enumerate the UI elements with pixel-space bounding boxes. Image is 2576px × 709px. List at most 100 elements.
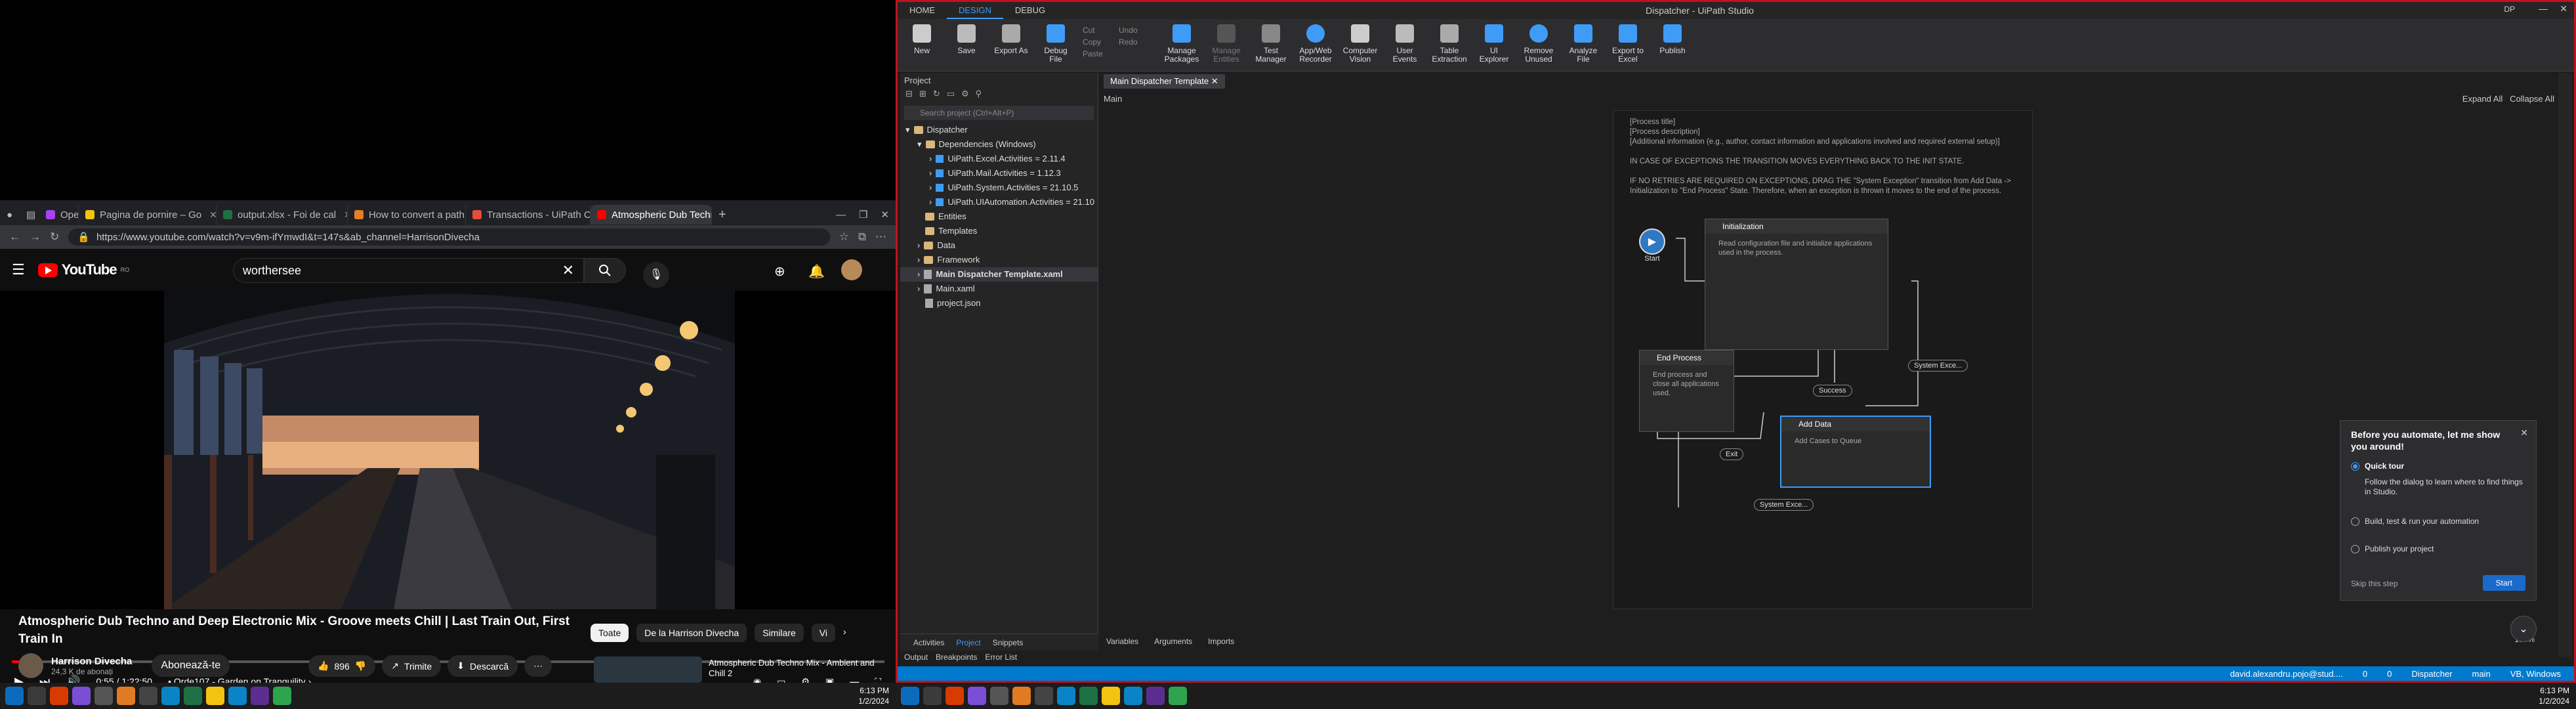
app-icon[interactable]	[273, 687, 291, 705]
right-side-panels[interactable]	[2558, 73, 2571, 657]
user-initials[interactable]: DP	[2504, 5, 2515, 14]
skip-step-link[interactable]: Skip this step	[2351, 579, 2398, 588]
breadcrumb[interactable]: Main	[1104, 94, 1122, 104]
tab-variables[interactable]: Variables	[1106, 637, 1138, 646]
app-icon[interactable]	[945, 687, 964, 705]
search-icon[interactable]	[28, 687, 46, 705]
next-video-title[interactable]: Atmospheric Dub Techno Mix - Ambient and…	[709, 658, 886, 679]
youtube-logo[interactable]: YouTube RO	[37, 261, 129, 278]
paste-button[interactable]: Paste	[1083, 48, 1119, 60]
transition-exit[interactable]: Exit	[1720, 448, 1744, 460]
tab-arguments[interactable]: Arguments	[1154, 637, 1192, 646]
uipath-icon[interactable]	[161, 687, 180, 705]
forward-icon[interactable]: →	[30, 230, 41, 244]
tree-item[interactable]: › UiPath.Excel.Activities = 2.11.4	[900, 152, 1098, 166]
thumbs-down-icon[interactable]: 👎	[355, 660, 366, 672]
state-initialization[interactable]: Initialization Read configuration file a…	[1705, 219, 1888, 350]
tab-opencv[interactable]: OpenCV	[39, 205, 79, 225]
channel-name[interactable]: Harrison Divecha	[51, 656, 132, 667]
tab-output[interactable]: Output	[904, 653, 928, 662]
tab-google[interactable]: Pagina de pornire – Go ✕	[79, 205, 217, 225]
expand-all-link[interactable]: Expand All	[2462, 94, 2503, 104]
app-icon[interactable]	[1035, 687, 1053, 705]
collapse-all-link[interactable]: Collapse All	[2510, 94, 2554, 104]
video-player[interactable]: ▶ ⏭ 🔊 0:55 / 1:22:50 • Orde107 - Garden …	[0, 291, 896, 688]
ui-explorer-button[interactable]: UI Explorer	[1476, 24, 1512, 64]
clear-icon[interactable]: ✕	[562, 262, 574, 279]
subscribe-button[interactable]: Abonează-te	[152, 655, 230, 677]
tree-item-selected[interactable]: › Main Dispatcher Template.xaml	[900, 267, 1098, 282]
tour-option-build[interactable]: Build, test & run your automation	[2351, 517, 2525, 526]
tree-item[interactable]: ▾ Dependencies (Windows)	[900, 137, 1098, 152]
new-tab-button[interactable]: +	[712, 205, 733, 225]
chip-all[interactable]: Toate	[591, 624, 629, 642]
tab-debug[interactable]: DEBUG	[1003, 2, 1057, 19]
start-node[interactable]: ▶ Start	[1639, 228, 1665, 263]
chip-similar[interactable]: Similare	[755, 624, 804, 642]
url-input[interactable]: 🔒 https://www.youtube.com/watch?v=v9m-if…	[68, 228, 830, 246]
share-button[interactable]: ↗ Trimite	[382, 655, 442, 677]
like-button[interactable]: 👍 896 👎	[308, 655, 376, 677]
folder-icon[interactable]: ▭	[947, 89, 955, 103]
close-icon[interactable]: ✕	[209, 209, 216, 221]
tab-imports[interactable]: Imports	[1208, 637, 1234, 646]
chevron-right-icon[interactable]: ›	[843, 624, 846, 642]
excel-icon[interactable]	[184, 687, 202, 705]
tree-item[interactable]: Templates	[900, 224, 1098, 238]
tour-option-publish[interactable]: Publish your project	[2351, 544, 2525, 553]
collapse-tour-button[interactable]: ⌄	[2510, 616, 2537, 642]
account-status[interactable]: david.alexandru.pojo@stud....	[2230, 669, 2343, 679]
redo-button[interactable]: Redo	[1119, 36, 1155, 48]
tab-snippets[interactable]: Snippets	[993, 638, 1024, 647]
taskbar-clock[interactable]: 6:13 PM 1/2/2024	[858, 685, 889, 706]
tree-item[interactable]: › Data	[900, 238, 1098, 253]
tree-item[interactable]: project.json	[900, 296, 1098, 311]
filter-icon[interactable]: ⚲	[976, 89, 982, 103]
tab-output-xlsx[interactable]: output.xlsx - Foi de cal✕	[217, 205, 348, 225]
transition-success[interactable]: Success	[1813, 385, 1852, 397]
tab-activities[interactable]: Activities	[913, 638, 944, 647]
tab-design[interactable]: DESIGN	[947, 2, 1003, 19]
notifications-icon[interactable]: 🔔	[808, 263, 825, 280]
extensions-icon[interactable]: ⧉	[858, 230, 866, 244]
tree-item[interactable]: › Framework	[900, 253, 1098, 267]
export-to-excel-button[interactable]: Export to Excel	[1610, 24, 1646, 64]
tree-item[interactable]: › UiPath.Mail.Activities = 1.12.3	[900, 166, 1098, 181]
star-icon[interactable]: ☆	[839, 230, 849, 244]
app-icon[interactable]	[1012, 687, 1031, 705]
app-icon[interactable]	[228, 687, 247, 705]
tab-home[interactable]: HOME	[898, 2, 947, 19]
microphone-icon[interactable]: 🎙	[643, 262, 669, 288]
app-icon[interactable]	[251, 687, 269, 705]
manage-entities-button[interactable]: Manage Entities	[1209, 24, 1244, 64]
avatar[interactable]	[841, 259, 862, 280]
search-button[interactable]	[584, 258, 626, 283]
app-icon[interactable]	[117, 687, 135, 705]
close-window-icon[interactable]: ✕	[874, 205, 896, 225]
next-video-thumbnail[interactable]	[594, 656, 702, 683]
start-icon[interactable]	[901, 687, 919, 705]
folder-icon[interactable]	[206, 687, 224, 705]
start-tour-button[interactable]: Start	[2482, 575, 2525, 591]
excel-icon[interactable]	[1079, 687, 1098, 705]
tab-youtube[interactable]: Atmospheric Dub Techn✕	[591, 205, 712, 225]
test-manager-button[interactable]: Test Manager	[1253, 24, 1289, 64]
tree-item[interactable]: ▾ Dispatcher	[900, 123, 1098, 137]
branch-name[interactable]: main	[2472, 669, 2491, 679]
tab-error-list[interactable]: Error List	[985, 653, 1017, 662]
more-actions-button[interactable]: ⋯	[524, 655, 552, 677]
close-icon[interactable]: ✕	[2520, 427, 2528, 439]
cut-button[interactable]: Cut	[1083, 24, 1119, 36]
menu-icon[interactable]: ⋯	[875, 230, 886, 244]
new-button[interactable]: New	[904, 24, 940, 55]
tab-project[interactable]: Project	[956, 638, 980, 647]
chip-more[interactable]: Vi	[811, 624, 835, 642]
expand-icon[interactable]: ⊞	[919, 89, 926, 103]
settings-icon[interactable]: ⚙	[961, 89, 969, 103]
tab-convert-path[interactable]: How to convert a path✕	[348, 205, 466, 225]
refresh-icon[interactable]: ↻	[933, 89, 940, 103]
copy-button[interactable]: Copy	[1083, 36, 1119, 48]
state-end-process[interactable]: End Process End process and close all ap…	[1639, 350, 1734, 432]
export-as-button[interactable]: Export As	[993, 24, 1029, 55]
profile-icon[interactable]: ●	[0, 205, 20, 225]
